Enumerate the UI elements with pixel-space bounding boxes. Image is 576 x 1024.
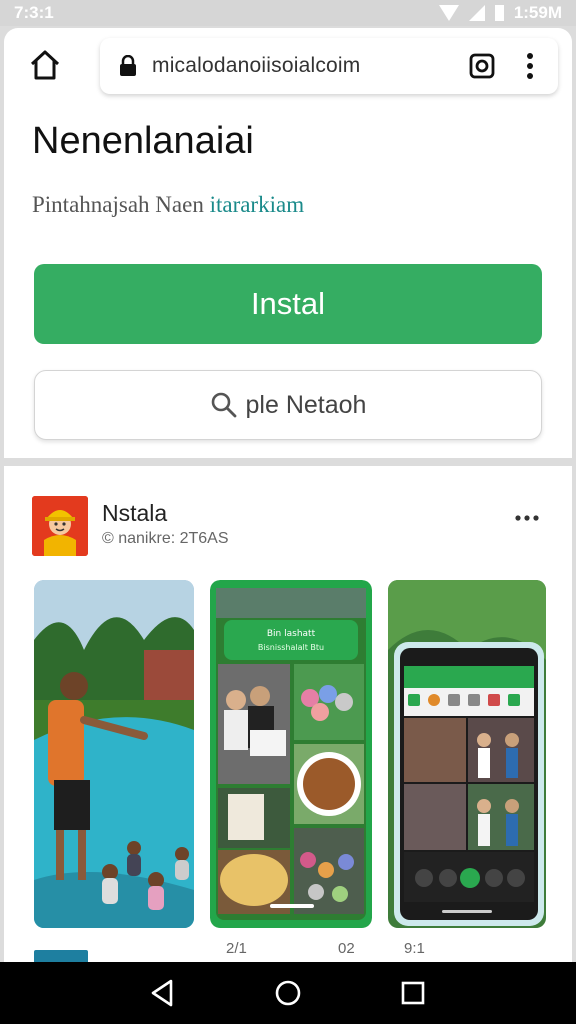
caption-1: 2/1: [226, 940, 247, 957]
subtitle-text: Pintahnajsah Naen: [32, 192, 204, 217]
system-nav-bar: [0, 962, 576, 1024]
search-button-label: ple Netaoh: [245, 390, 367, 419]
shot2-title: Bin lashatt: [267, 629, 316, 639]
install-button[interactable]: Instal: [34, 264, 542, 344]
app-card: Nstala © nanikre: 2T6AS Bin lashatt Bisn…: [4, 466, 572, 962]
green-app-image: Bin lashatt Bisnisshalalt Btu: [210, 580, 372, 928]
status-bar: 7:3:1 1:59M: [0, 0, 576, 26]
subtitle-link[interactable]: itararkiam: [210, 192, 305, 217]
search-button[interactable]: ple Netaoh: [34, 370, 542, 440]
search-icon: [211, 392, 236, 418]
pool-scene-image: [34, 580, 194, 928]
screenshot-phone[interactable]: [388, 580, 546, 928]
screenshot-pool[interactable]: [34, 580, 194, 928]
more-horiz-icon[interactable]: [514, 514, 540, 522]
more-vert-icon[interactable]: [526, 52, 534, 80]
page-title: Nenenlanaiai: [32, 120, 254, 162]
nav-back-icon[interactable]: [143, 973, 183, 1013]
screenshot-green-app[interactable]: Bin lashatt Bisnisshalalt Btu: [210, 580, 372, 928]
app-name: Nstala: [102, 500, 168, 526]
wifi-icon: [438, 5, 459, 21]
url-bar[interactable]: micalodanoiisoialcoim: [100, 38, 558, 94]
caption-2: 02: [338, 940, 355, 957]
nav-recents-icon[interactable]: [393, 973, 433, 1013]
home-icon[interactable]: [28, 48, 62, 82]
status-time: 7:3:1: [14, 3, 54, 22]
url-text: micalodanoiisoialcoim: [152, 54, 361, 77]
app-icon[interactable]: [32, 496, 88, 556]
status-battery-text: 1:59M: [513, 3, 562, 22]
battery-icon: [494, 5, 504, 21]
shot2-subtitle: Bisnisshalalt Btu: [258, 643, 324, 652]
app-meta: © nanikre: 2T6AS: [102, 530, 229, 547]
caption-3: 9:1: [404, 940, 425, 957]
lock-icon: [120, 55, 136, 76]
caption-row: 2/1 02 9:1: [4, 938, 572, 962]
tab-switcher-icon[interactable]: [468, 52, 496, 80]
signal-icon: [468, 5, 485, 21]
phone-mockup-image: [388, 580, 546, 928]
page-subtitle: Pintahnajsah Naen itararkiam: [32, 192, 304, 218]
install-panel: micalodanoiisoialcoim Nenenlanaiai Pinta…: [4, 28, 572, 458]
status-icons: 1:59M: [438, 3, 562, 23]
nav-home-icon[interactable]: [268, 973, 308, 1013]
browser-toolbar: micalodanoiisoialcoim: [4, 28, 572, 98]
